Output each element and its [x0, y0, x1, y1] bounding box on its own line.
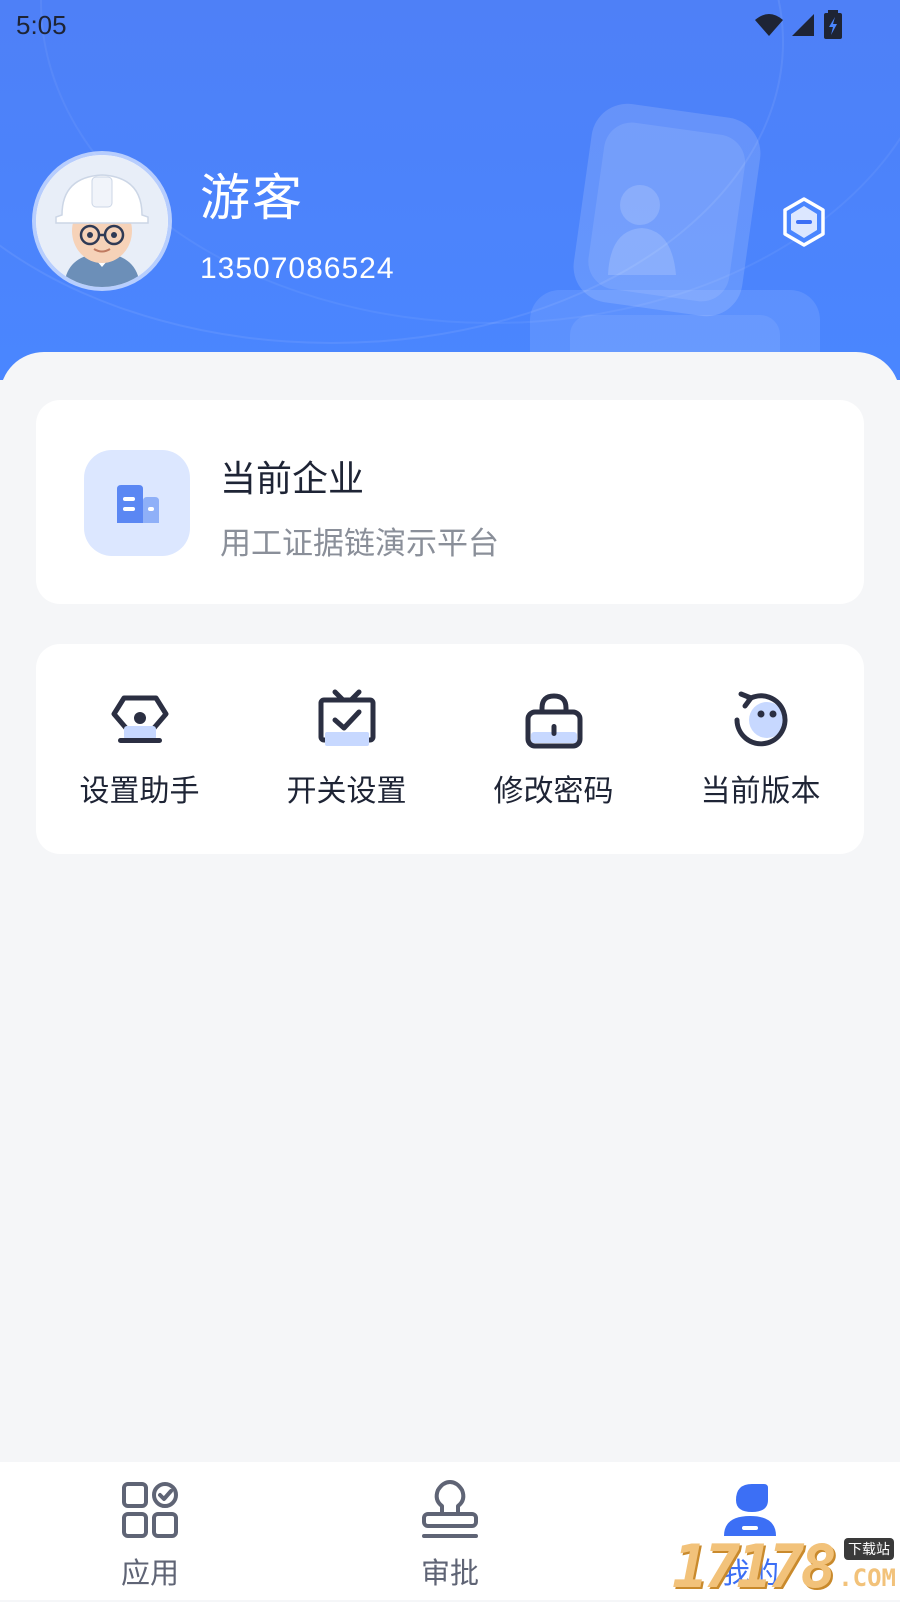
user-name: 游客 — [200, 169, 304, 227]
tab-apps[interactable]: 应用 — [0, 1462, 300, 1600]
company-name: 用工证据链演示平台 — [220, 526, 499, 562]
wifi-icon — [755, 14, 783, 36]
hexagon-minus-icon[interactable] — [780, 196, 828, 248]
tab-label: 审批 — [420, 1556, 479, 1590]
tab-approval[interactable]: 审批 — [300, 1462, 600, 1600]
avatar[interactable] — [36, 155, 168, 287]
menu-item-current-version[interactable]: 当前版本 — [657, 644, 864, 854]
watermark-domain: .COM — [838, 1564, 896, 1592]
menu-item-settings-assistant[interactable]: 设置助手 — [36, 644, 243, 854]
menu-item-label: 设置助手 — [79, 774, 200, 809]
menu-item-label: 当前版本 — [700, 774, 821, 809]
version-face-icon — [734, 691, 788, 747]
watermark-label: 下载站 — [844, 1538, 894, 1560]
current-company-card[interactable]: 当前企业 用工证据链演示平台 — [36, 400, 864, 604]
menu-item-switch-settings[interactable]: 开关设置 — [243, 644, 450, 854]
company-icon-container — [84, 450, 190, 556]
status-icons — [754, 10, 844, 40]
avatar-engineer-image — [36, 155, 168, 287]
profile-header: 5:05 游客 13507086524 — [0, 0, 900, 380]
menu-item-label: 修改密码 — [493, 774, 614, 809]
status-bar: 5:05 — [0, 0, 900, 50]
main-content: 当前企业 用工证据链演示平台 设置助手 开关设置 修改密码 当前版本 — [0, 352, 900, 1462]
building-icon — [117, 485, 159, 523]
tv-check-icon — [318, 689, 376, 746]
stamp-icon — [422, 1480, 478, 1538]
battery-charging-icon — [824, 10, 842, 39]
apps-grid-icon — [122, 1482, 178, 1538]
tab-label: 应用 — [120, 1556, 179, 1590]
lock-icon — [525, 693, 583, 749]
settings-menu-card: 设置助手 开关设置 修改密码 当前版本 — [36, 644, 864, 854]
watermark-digits: 17178 — [672, 1532, 837, 1602]
status-time: 5:05 — [16, 10, 67, 40]
site-watermark-logo: 17178 下载站 .COM — [672, 1534, 900, 1600]
menu-item-label: 开关设置 — [286, 774, 407, 809]
company-card-title: 当前企业 — [220, 459, 365, 500]
signal-icon — [792, 14, 814, 36]
menu-item-change-password[interactable]: 修改密码 — [450, 644, 657, 854]
user-phone: 13507086524 — [200, 252, 395, 285]
assistant-settings-icon — [111, 695, 169, 743]
